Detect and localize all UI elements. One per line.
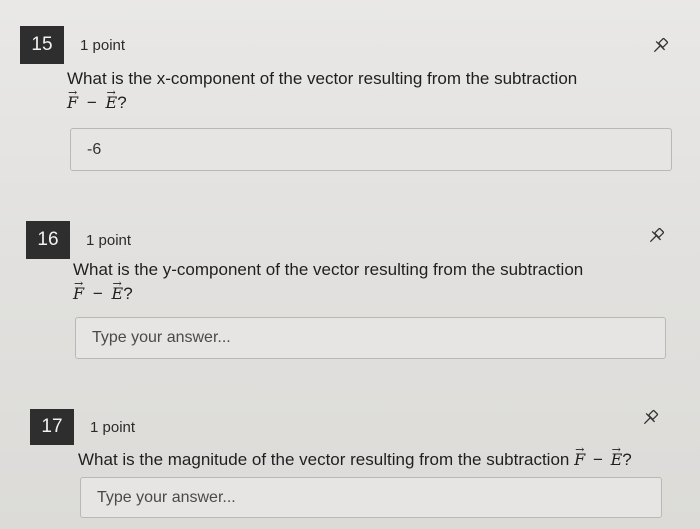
question-mark: ? xyxy=(622,450,632,469)
points-label: 1 point xyxy=(80,37,126,54)
question-mark: ? xyxy=(117,93,127,112)
points-label: 1 point xyxy=(86,232,132,249)
answer-placeholder: Type your answer... xyxy=(92,329,231,346)
vector-f: → F xyxy=(574,443,585,471)
prompt-text: What is the x-component of the vector re… xyxy=(67,69,578,88)
minus-sign: − xyxy=(86,93,97,112)
answer-placeholder: Type your answer... xyxy=(97,488,236,506)
vector-arrow: → xyxy=(74,277,84,290)
question-mark: ? xyxy=(123,284,133,303)
answer-input[interactable]: -6 xyxy=(70,128,672,171)
vector-f: → F xyxy=(73,277,84,305)
points-label: 1 point xyxy=(90,419,136,436)
vector-e: → E xyxy=(112,277,124,305)
vector-arrow: → xyxy=(575,443,585,456)
minus-sign: − xyxy=(92,284,103,303)
vector-e: → E xyxy=(611,443,623,471)
prompt-text: What is the magnitude of the vector resu… xyxy=(78,450,570,469)
pin-icon[interactable] xyxy=(650,36,670,56)
vector-arrow: → xyxy=(68,86,78,99)
question-prompt: What is the x-component of the vector re… xyxy=(67,68,577,114)
vector-arrow: → xyxy=(106,86,116,99)
answer-input[interactable]: Type your answer... xyxy=(75,317,666,359)
vector-f: → F xyxy=(67,86,78,114)
question-number: 17 xyxy=(30,409,74,445)
question-prompt: What is the magnitude of the vector resu… xyxy=(78,443,632,471)
pin-icon[interactable] xyxy=(640,408,660,428)
vector-e: → E xyxy=(106,86,118,114)
question-prompt: What is the y-component of the vector re… xyxy=(73,259,583,305)
question-number: 16 xyxy=(26,221,70,259)
vector-expression: → F − → E? xyxy=(67,86,577,114)
answer-input[interactable]: Type your answer... xyxy=(80,477,662,518)
prompt-text: What is the y-component of the vector re… xyxy=(73,260,584,279)
vector-arrow: → xyxy=(611,443,621,456)
vector-arrow: → xyxy=(112,277,122,290)
minus-sign: − xyxy=(592,450,603,469)
vector-expression: → F − → E? xyxy=(73,277,583,305)
question-number: 15 xyxy=(20,26,64,64)
pin-icon[interactable] xyxy=(646,226,666,246)
answer-value: -6 xyxy=(87,140,102,158)
